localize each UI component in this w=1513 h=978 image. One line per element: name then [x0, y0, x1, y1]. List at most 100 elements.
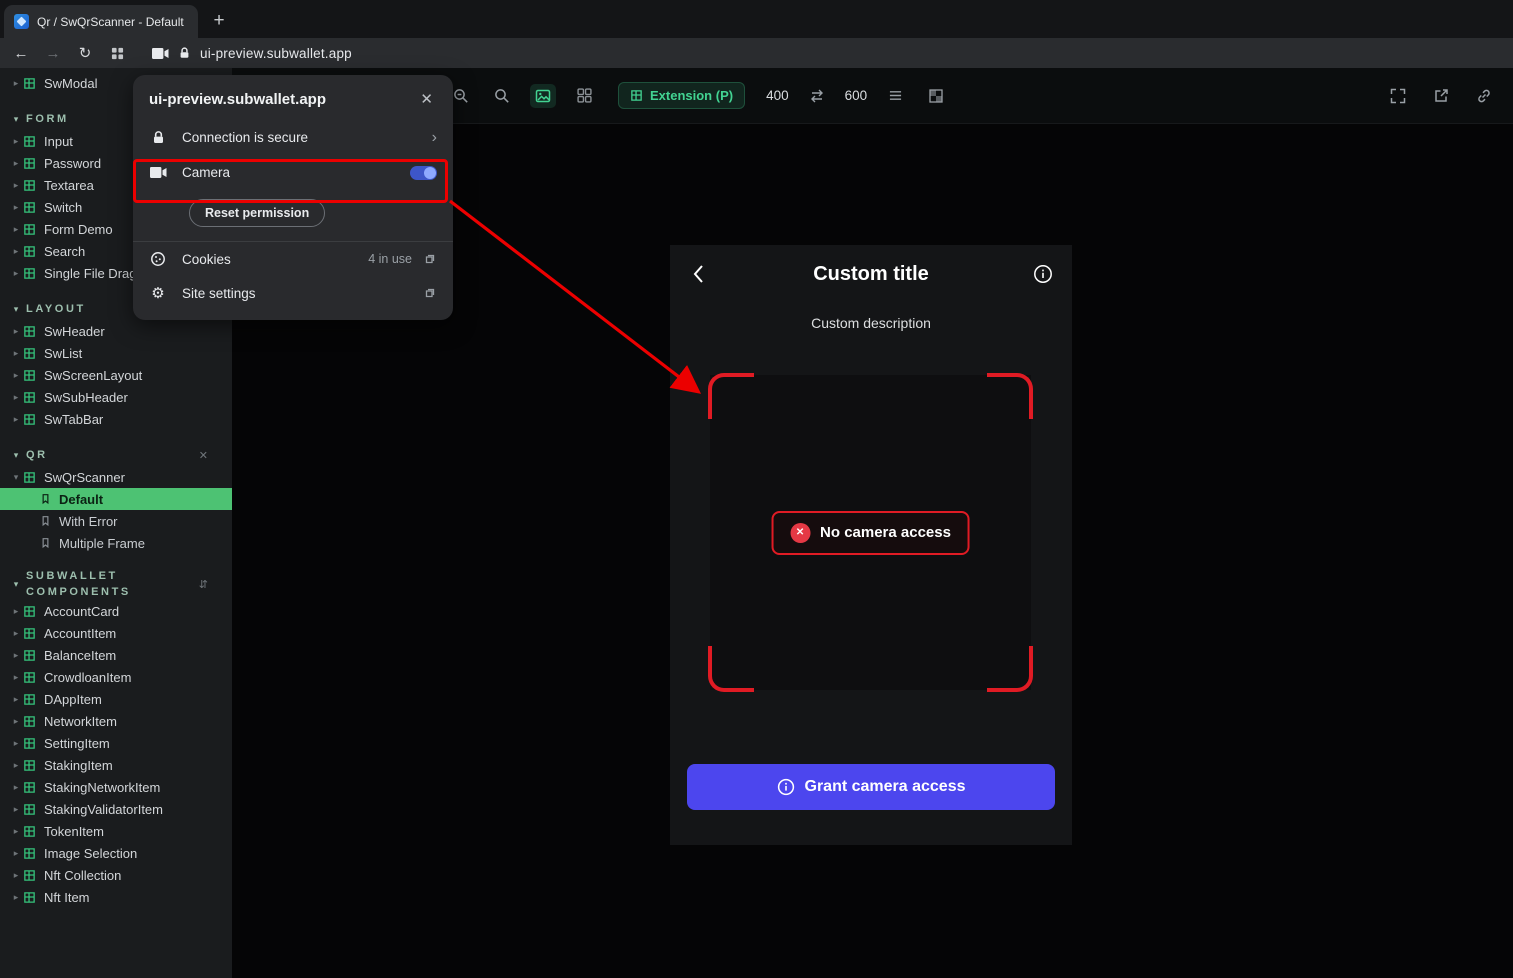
reset-permission-button[interactable]: Reset permission [189, 199, 326, 227]
gear-icon: ⚙ [151, 284, 165, 302]
component-label: SwScreenLayout [44, 367, 143, 383]
chevron-right-icon: ▸ [13, 413, 19, 424]
sidebar-item-crowdloanitem[interactable]: ▸ CrowdloanItem [0, 666, 232, 688]
back-button[interactable]: ← [10, 45, 32, 62]
component-icon [23, 604, 37, 618]
component-label: SettingItem [44, 735, 110, 751]
component-icon [23, 736, 37, 750]
browser-tab[interactable]: Qr / SwQrScanner - Default · S [4, 5, 198, 38]
chevron-right-icon: ▸ [13, 135, 19, 146]
variant-with-error[interactable]: With Error [0, 510, 232, 532]
component-label: AccountCard [44, 603, 120, 619]
open-external-icon[interactable] [1428, 84, 1454, 108]
site-settings-row[interactable]: ⚙ Site settings [133, 276, 453, 310]
component-label: SwList [44, 345, 83, 361]
swap-dimensions-icon[interactable] [804, 84, 830, 108]
sort-icon[interactable]: ⇵ [199, 578, 208, 591]
cookies-label: Cookies [182, 251, 231, 267]
component-icon [23, 412, 37, 426]
sidebar-item-swlist[interactable]: ▸ SwList [0, 342, 232, 364]
copy-link-icon[interactable] [1471, 84, 1497, 108]
toolbar-left-group: Extension (P) 400 600 [448, 82, 949, 109]
chevron-right-icon: ▸ [13, 649, 19, 660]
component-label: Search [44, 243, 86, 259]
popup-header: ui-preview.subwallet.app ✕ [133, 88, 453, 120]
sidebar-item-swsubheader[interactable]: ▸ SwSubHeader [0, 386, 232, 408]
sidebar-item-accountitem[interactable]: ▸ AccountItem [0, 622, 232, 644]
tab-grid-icon[interactable] [106, 45, 128, 62]
component-icon [23, 692, 37, 706]
close-icon[interactable]: ✕ [199, 449, 208, 462]
sidebar-item-stakingnetworkitem[interactable]: ▸ StakingNetworkItem [0, 776, 232, 798]
url-text[interactable]: ui-preview.subwallet.app [200, 46, 352, 61]
background-image-icon[interactable] [530, 83, 556, 108]
sidebar-item-nft-item[interactable]: ▸ Nft Item [0, 886, 232, 908]
component-label: TokenItem [44, 823, 104, 839]
sidebar-item-settingitem[interactable]: ▸ SettingItem [0, 732, 232, 754]
preview-header: Custom title [670, 245, 1072, 303]
component-icon [23, 780, 37, 794]
variant-label: Multiple Frame [59, 535, 145, 551]
sidebar-item-networkitem[interactable]: ▸ NetworkItem [0, 710, 232, 732]
grid-toggle-icon[interactable] [571, 84, 597, 108]
sidebar-section-subwallet-components[interactable]: ▾ SUBWALLET COMPONENTS ⇵ [0, 568, 232, 600]
checkerboard-icon[interactable] [923, 84, 949, 108]
sidebar-section-qr[interactable]: ▾ QR ✕ [0, 444, 232, 466]
chevron-right-icon: ▸ [13, 759, 19, 770]
close-icon[interactable]: ✕ [416, 88, 437, 110]
variant-default[interactable]: Default [0, 488, 232, 510]
chevron-right-icon: ▸ [13, 781, 19, 792]
sidebar-item-image-selection[interactable]: ▸ Image Selection [0, 842, 232, 864]
tab-title: Qr / SwQrScanner - Default · S [37, 14, 188, 29]
cookies-row[interactable]: Cookies 4 in use [133, 242, 453, 276]
component-label: Image Selection [44, 845, 138, 861]
back-chevron-icon[interactable] [692, 264, 706, 284]
bookmark-icon [40, 493, 53, 505]
grant-button-label: Grant camera access [804, 778, 966, 795]
sidebar-item-swqrscanner[interactable]: ▾ SwQrScanner [0, 466, 232, 488]
forward-button[interactable]: → [42, 45, 64, 62]
lock-icon[interactable] [178, 46, 191, 60]
rows-layout-icon[interactable] [882, 84, 908, 108]
zoom-search-icon[interactable] [489, 84, 515, 108]
frame-corner-icon [708, 373, 754, 419]
sidebar-item-stakingitem[interactable]: ▸ StakingItem [0, 754, 232, 776]
sidebar-item-accountcard[interactable]: ▸ AccountCard [0, 600, 232, 622]
lock-icon [149, 130, 167, 145]
info-circle-icon[interactable] [1033, 264, 1053, 289]
sidebar-item-swheader[interactable]: ▸ SwHeader [0, 320, 232, 342]
chevron-right-icon: › [431, 128, 437, 146]
chevron-right-icon: ▸ [13, 627, 19, 638]
sidebar-item-dappitem[interactable]: ▸ DAppItem [0, 688, 232, 710]
no-camera-access-badge: ✕ No camera access [771, 510, 970, 555]
component-icon [23, 470, 37, 484]
variant-multiple-frame[interactable]: Multiple Frame [0, 532, 232, 554]
reload-button[interactable]: ↻ [74, 44, 96, 62]
grant-camera-access-button[interactable]: Grant camera access [687, 764, 1055, 810]
component-preview: Custom title Custom description ✕ No cam… [670, 245, 1072, 845]
fullscreen-icon[interactable] [1385, 84, 1411, 108]
component-icon [23, 648, 37, 662]
preview-mode-select[interactable]: Extension (P) [618, 82, 746, 109]
component-label: Switch [44, 199, 83, 215]
qr-scanner-frame: ✕ No camera access [708, 373, 1033, 692]
chevron-right-icon: ▸ [13, 671, 19, 682]
address-bar[interactable]: ui-preview.subwallet.app [152, 46, 352, 61]
viewport-height-value[interactable]: 600 [845, 88, 868, 103]
new-tab-button[interactable]: + [206, 8, 232, 34]
camera-indicator-icon[interactable] [152, 47, 169, 60]
sidebar-item-tokenitem[interactable]: ▸ TokenItem [0, 820, 232, 842]
connection-secure-row[interactable]: Connection is secure › [133, 120, 453, 155]
chevron-right-icon: ▸ [13, 223, 19, 234]
sidebar-item-swscreenlayout[interactable]: ▸ SwScreenLayout [0, 364, 232, 386]
chevron-right-icon: ▸ [13, 391, 19, 402]
chevron-right-icon: ▸ [13, 157, 19, 168]
viewport-width-value[interactable]: 400 [766, 88, 789, 103]
component-icon [23, 868, 37, 882]
sidebar-item-nft-collection[interactable]: ▸ Nft Collection [0, 864, 232, 886]
connection-secure-label: Connection is secure [182, 130, 309, 145]
chevron-down-icon: ▾ [13, 578, 19, 589]
sidebar-item-balanceitem[interactable]: ▸ BalanceItem [0, 644, 232, 666]
sidebar-item-swtabbar[interactable]: ▸ SwTabBar [0, 408, 232, 430]
sidebar-item-stakingvalidatoritem[interactable]: ▸ StakingValidatorItem [0, 798, 232, 820]
